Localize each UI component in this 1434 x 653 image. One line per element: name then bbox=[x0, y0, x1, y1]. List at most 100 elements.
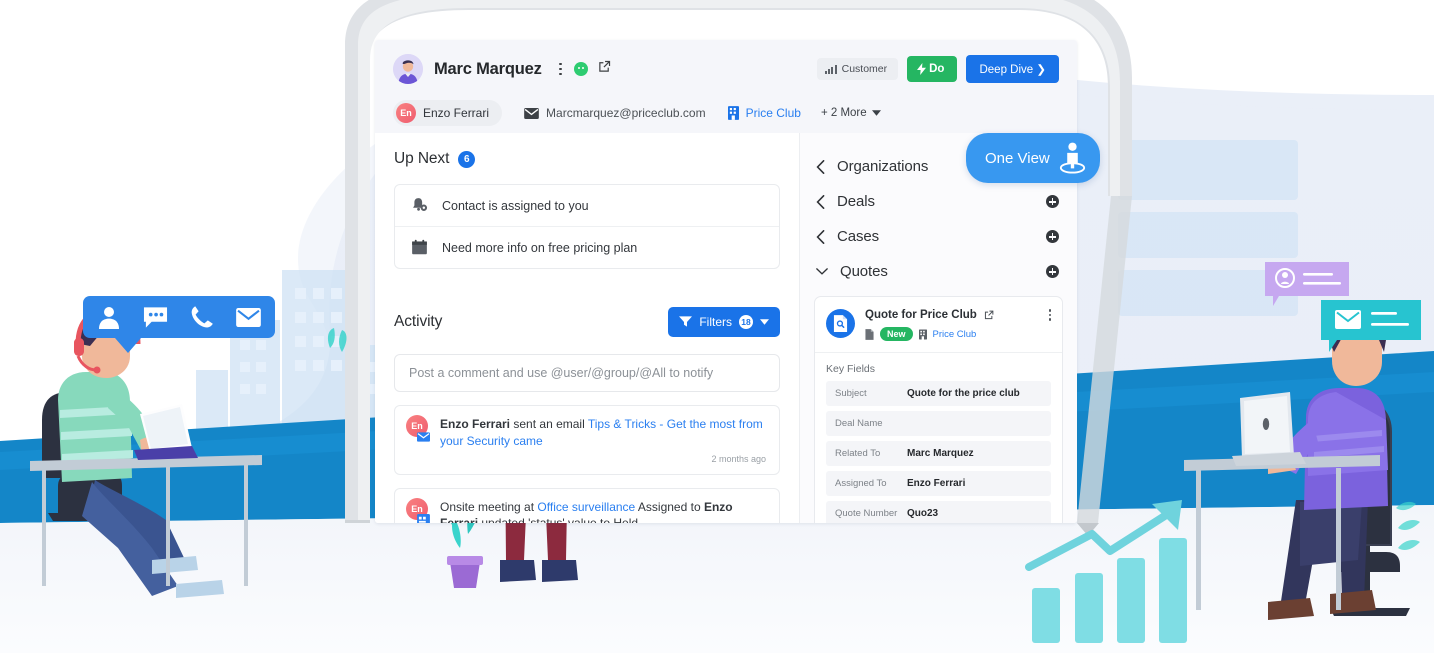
list-item-label: Need more info on free pricing plan bbox=[442, 240, 638, 255]
quote-doc-icon bbox=[826, 309, 855, 338]
do-button-label: Do bbox=[929, 63, 945, 75]
quote-title: Quote for Price Club bbox=[865, 309, 977, 321]
add-deal-icon[interactable] bbox=[1046, 195, 1059, 208]
field-value: Quote for the price club bbox=[907, 388, 1020, 399]
key-field-row[interactable]: Quote Number Quo23 bbox=[826, 501, 1051, 523]
chevron-down-icon bbox=[760, 319, 769, 325]
contact-header: Marc Marquez Customer Do Deep Dive ❯ En … bbox=[375, 40, 1077, 133]
more-fields-label: + 2 More bbox=[820, 107, 867, 119]
do-button[interactable]: Do bbox=[907, 56, 958, 82]
calendar-icon bbox=[412, 239, 427, 255]
section-label: Cases bbox=[837, 228, 880, 245]
field-label: Quote Number bbox=[835, 508, 898, 519]
field-value: Marc Marquez bbox=[907, 448, 974, 459]
list-item[interactable]: Need more info on free pricing plan bbox=[395, 227, 779, 268]
add-quote-icon[interactable] bbox=[1046, 265, 1059, 278]
owner-name-label: Enzo Ferrari bbox=[423, 106, 490, 120]
feed-link[interactable]: Office surveillance bbox=[537, 500, 635, 514]
person-message-bubble bbox=[1265, 262, 1349, 306]
one-view-button[interactable]: One View bbox=[966, 133, 1100, 183]
add-case-icon[interactable] bbox=[1046, 230, 1059, 243]
filters-button[interactable]: Filters 18 bbox=[668, 307, 780, 337]
key-fields-title: Key Fields bbox=[826, 363, 876, 375]
up-next-title: Up Next bbox=[394, 150, 450, 167]
feed-actor: Enzo Ferrari bbox=[440, 417, 511, 431]
organization-label: Price Club bbox=[745, 106, 801, 120]
activity-title: Activity bbox=[394, 313, 443, 330]
feed-suffix: updated 'status' value to Held bbox=[481, 516, 638, 523]
list-item[interactable]: Contact is assigned to you bbox=[395, 185, 779, 227]
chat-icon[interactable] bbox=[143, 306, 168, 328]
field-label: Subject bbox=[835, 388, 867, 399]
section-label: Quotes bbox=[840, 263, 888, 280]
lightning-icon bbox=[917, 63, 927, 75]
signal-bars-icon bbox=[824, 64, 837, 74]
deep-dive-button[interactable]: Deep Dive ❯ bbox=[966, 55, 1059, 83]
more-fields-toggle[interactable]: + 2 More bbox=[821, 107, 881, 119]
one-view-label: One View bbox=[985, 149, 1050, 167]
customer-chip-label: Customer bbox=[841, 63, 888, 75]
bar-4 bbox=[1159, 538, 1187, 643]
sidebar-item-quotes[interactable]: Quotes bbox=[814, 254, 1063, 289]
main-column: Up Next 6 Contact is assigned to you Nee… bbox=[375, 133, 799, 523]
customer-type-chip[interactable]: Customer bbox=[816, 58, 899, 80]
activity-feed-item[interactable]: En Enzo Ferrari sent an email Tips & Tri… bbox=[394, 405, 780, 475]
email-meta[interactable]: Marcmarquez@priceclub.com bbox=[524, 106, 706, 120]
person-360-icon bbox=[1059, 142, 1085, 174]
sidebar-item-deals[interactable]: Deals bbox=[814, 184, 1063, 219]
meeting-icon bbox=[417, 513, 430, 523]
activity-feed-item[interactable]: En Onsite meeting at Office surveillance… bbox=[394, 487, 780, 523]
sidebar-item-cases[interactable]: Cases bbox=[814, 219, 1063, 254]
key-field-row[interactable]: Assigned To Enzo Ferrari bbox=[826, 471, 1051, 496]
filters-count-badge: 18 bbox=[739, 315, 753, 329]
feed-prefix: Onsite meeting at bbox=[440, 499, 535, 514]
field-value: Enzo Ferrari bbox=[907, 478, 966, 489]
field-label: Deal Name bbox=[835, 418, 883, 429]
chat-bubbles-group bbox=[1265, 262, 1421, 352]
email-icon[interactable] bbox=[236, 307, 261, 327]
feed-timestamp: 2 months ago bbox=[711, 454, 766, 465]
section-label: Organizations bbox=[837, 158, 929, 175]
section-label: Deals bbox=[837, 193, 875, 210]
filters-label: Filters bbox=[699, 315, 732, 329]
email-icon bbox=[417, 430, 430, 443]
chevron-left-icon bbox=[816, 159, 825, 174]
status-online-icon bbox=[573, 62, 588, 76]
phone-icon[interactable] bbox=[190, 305, 214, 329]
more-vertical-icon[interactable] bbox=[1048, 309, 1051, 321]
key-field-row[interactable]: Related To Marc Marquez bbox=[826, 441, 1051, 466]
owner-chip[interactable]: En Enzo Ferrari bbox=[393, 100, 503, 126]
external-link-icon[interactable] bbox=[598, 60, 611, 78]
list-item-label: Contact is assigned to you bbox=[442, 198, 589, 213]
bar-3 bbox=[1117, 558, 1145, 643]
chevron-down-icon bbox=[871, 110, 881, 116]
chevron-left-icon bbox=[816, 194, 825, 209]
field-label: Assigned To bbox=[835, 478, 887, 489]
email-icon bbox=[524, 107, 539, 119]
chevron-left-icon bbox=[816, 229, 825, 244]
feed-verb: sent an email bbox=[513, 417, 585, 431]
chevron-down-icon bbox=[816, 268, 828, 275]
bar-1 bbox=[1032, 588, 1060, 643]
field-label: Related To bbox=[835, 448, 881, 459]
filter-icon bbox=[679, 316, 693, 327]
more-vertical-icon[interactable] bbox=[555, 61, 567, 77]
person-icon[interactable] bbox=[97, 305, 121, 329]
bell-settings-icon bbox=[413, 198, 428, 211]
up-next-header: Up Next 6 bbox=[394, 150, 780, 168]
email-label: Marcmarquez@priceclub.com bbox=[546, 106, 706, 120]
related-panel: Organizations Deals Cases Quotes Quote f… bbox=[799, 133, 1077, 523]
key-field-row[interactable]: Subject Quote for the price club bbox=[826, 381, 1051, 406]
activity-header: Activity Filters 18 bbox=[394, 307, 780, 337]
external-link-icon[interactable] bbox=[984, 310, 994, 320]
organization-meta[interactable]: Price Club bbox=[727, 106, 801, 120]
comment-input[interactable]: Post a comment and use @user/@group/@All… bbox=[394, 354, 780, 392]
status-badge: New bbox=[880, 327, 913, 341]
crm-app-window: Marc Marquez Customer Do Deep Dive ❯ En … bbox=[375, 40, 1077, 523]
field-value: Quo23 bbox=[907, 508, 939, 519]
quote-card[interactable]: Quote for Price Club New Price Club Key … bbox=[814, 296, 1063, 523]
key-field-row[interactable]: Deal Name bbox=[826, 411, 1051, 436]
building-icon bbox=[918, 329, 927, 339]
quote-organization[interactable]: Price Club bbox=[933, 329, 977, 340]
avatar[interactable] bbox=[393, 54, 423, 84]
